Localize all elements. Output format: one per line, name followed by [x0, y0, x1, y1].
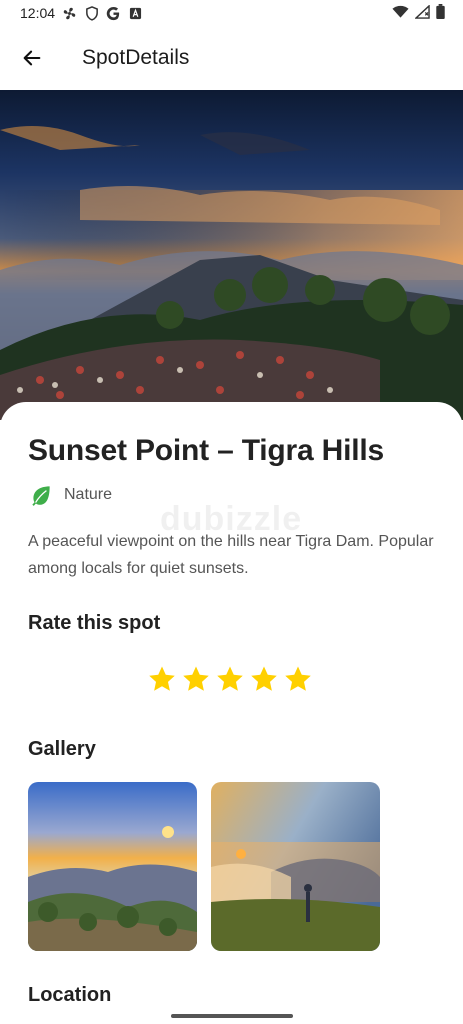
fan-icon — [62, 6, 77, 21]
star-icon-4[interactable] — [249, 664, 279, 694]
star-icon-2[interactable] — [181, 664, 211, 694]
spot-title: Sunset Point – Tigra Hills — [28, 434, 384, 467]
watermark: dubizzle — [160, 500, 303, 538]
home-indicator[interactable] — [171, 1014, 293, 1018]
rating-stars[interactable] — [147, 664, 313, 694]
rate-section-title: Rate this spot — [28, 612, 161, 634]
gallery-section-title: Gallery — [28, 738, 96, 760]
status-time: 12:04 — [20, 5, 56, 21]
app-bar: SpotDetails — [0, 26, 463, 90]
gallery-image-2[interactable] — [211, 782, 380, 951]
battery-icon — [436, 4, 445, 22]
page-title: SpotDetails — [82, 46, 190, 69]
status-left: 12:04 — [20, 5, 143, 21]
hero-image — [0, 90, 463, 420]
status-bar: 12:04 — [0, 0, 463, 26]
details-sheet: Sunset Point – Tigra Hills Nature A peac… — [0, 402, 463, 1024]
leaf-icon — [32, 486, 50, 506]
google-icon — [106, 6, 121, 21]
star-icon-3[interactable] — [215, 664, 245, 694]
location-section-title: Location — [28, 984, 112, 1006]
back-button[interactable] — [0, 26, 64, 90]
gallery-list — [28, 782, 380, 951]
status-right — [392, 3, 445, 22]
signal-icon — [414, 3, 430, 22]
category-row: Nature — [28, 482, 112, 508]
notification-app-icon — [128, 6, 143, 21]
arrow-left-icon — [23, 50, 41, 66]
wifi-icon — [392, 5, 409, 22]
gallery-image-1[interactable] — [28, 782, 197, 951]
star-icon-5[interactable] — [283, 664, 313, 694]
star-icon-1[interactable] — [147, 664, 177, 694]
category-label: Nature — [64, 486, 113, 503]
shield-icon — [84, 5, 99, 21]
